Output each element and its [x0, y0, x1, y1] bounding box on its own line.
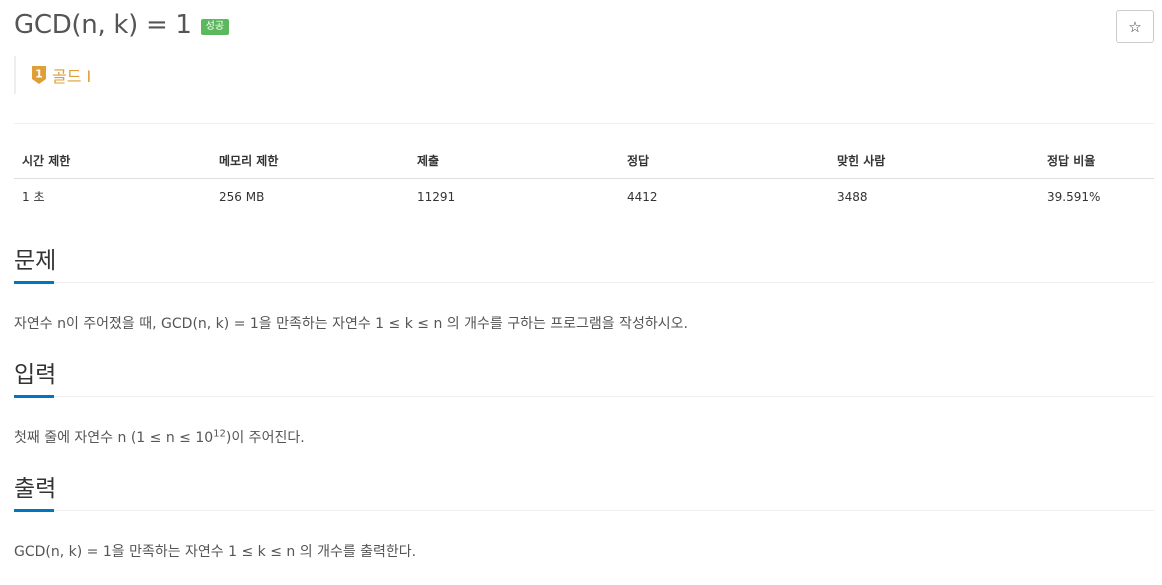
heading-underline — [14, 281, 54, 284]
star-button[interactable]: ☆ — [1116, 10, 1154, 43]
status-badge: 성공 — [200, 19, 230, 35]
accepted-value[interactable]: 4412 — [619, 179, 829, 215]
tier-label[interactable]: 골드 I — [52, 63, 91, 87]
table-row: 1 초 256 MB 11291 4412 3488 39.591% — [14, 179, 1154, 215]
output-section: 출력 GCD(n, k) = 1을 만족하는 자연수 1 ≤ k ≤ n 의 개… — [14, 474, 1154, 561]
table-header-row: 시간 제한 메모리 제한 제출 정답 맞힌 사람 정답 비율 — [14, 146, 1154, 179]
problem-heading: 문제 — [14, 248, 57, 274]
input-section: 입력 첫째 줄에 자연수 n (1 ≤ n ≤ 1012)이 주어진다. — [14, 360, 1154, 447]
star-icon: ☆ — [1128, 17, 1142, 36]
output-description: GCD(n, k) = 1을 만족하는 자연수 1 ≤ k ≤ n 의 개수를 … — [14, 544, 417, 560]
input-text-before: 첫째 줄에 자연수 n (1 ≤ n ≤ 10 — [14, 430, 214, 446]
heading-underline — [14, 509, 54, 512]
problem-heading-bar: 문제 — [14, 246, 1154, 284]
problem-title: GCD(n, k) = 1 — [14, 10, 192, 40]
solved-users-value[interactable]: 3488 — [829, 179, 1039, 215]
accept-ratio-value: 39.591% — [1047, 189, 1101, 204]
col-solved-users: 맞힌 사람 — [829, 146, 1039, 179]
input-description: 첫째 줄에 자연수 n (1 ≤ n ≤ 1012)이 주어진다. — [14, 427, 1154, 447]
input-text-after: )이 주어진다. — [225, 430, 305, 446]
input-heading-bar: 입력 — [14, 360, 1154, 398]
col-submissions: 제출 — [409, 146, 619, 179]
output-heading: 출력 — [14, 476, 57, 502]
col-accept-ratio: 정답 비율 — [1039, 146, 1154, 179]
heading-underline — [14, 395, 54, 398]
col-time-limit: 시간 제한 — [14, 146, 211, 179]
input-heading: 입력 — [14, 362, 57, 388]
tier-box: 1 골드 I — [14, 56, 91, 94]
problem-description: 자연수 n이 주어졌을 때, GCD(n, k) = 1을 만족하는 자연수 1… — [14, 316, 688, 332]
col-memory-limit: 메모리 제한 — [211, 146, 409, 179]
submissions-value[interactable]: 11291 — [409, 179, 619, 215]
output-heading-bar: 출력 — [14, 474, 1154, 512]
header-divider — [14, 123, 1154, 124]
tier-digit: 1 — [35, 68, 43, 81]
input-exponent: 12 — [213, 428, 226, 440]
gold-tier-icon: 1 — [32, 66, 46, 84]
memory-limit-value: 256 MB — [219, 189, 265, 204]
problem-info-table: 시간 제한 메모리 제한 제출 정답 맞힌 사람 정답 비율 1 초 256 M… — [14, 146, 1154, 214]
title-row: GCD(n, k) = 1 성공 — [14, 10, 230, 40]
problem-section: 문제 자연수 n이 주어졌을 때, GCD(n, k) = 1을 만족하는 자연… — [14, 246, 1154, 333]
col-accepted: 정답 — [619, 146, 829, 179]
time-limit-value: 1 초 — [22, 190, 45, 204]
